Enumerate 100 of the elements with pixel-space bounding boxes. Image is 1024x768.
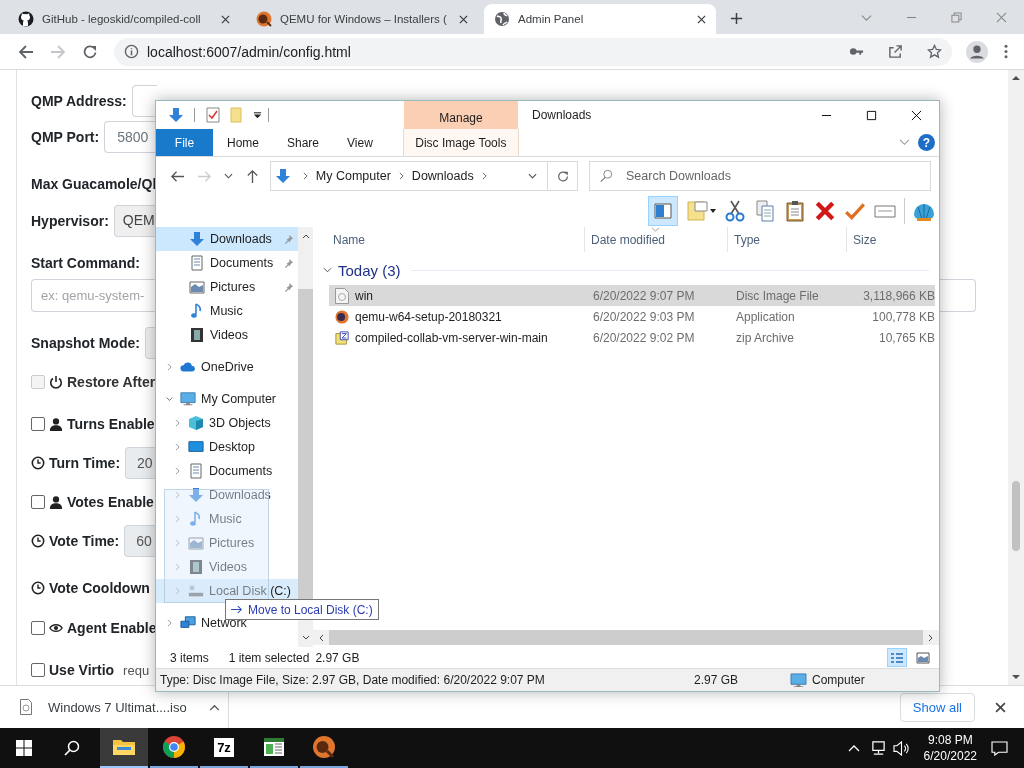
nav-item[interactable]: Local Disk (C:) xyxy=(156,579,298,603)
nav-item[interactable]: Videos xyxy=(156,555,298,579)
pin-icon[interactable] xyxy=(283,257,294,269)
ribbon-tab[interactable]: Share xyxy=(273,129,334,156)
input-field[interactable]: 60 xyxy=(124,525,156,557)
refresh-button[interactable] xyxy=(548,161,578,191)
close-icon[interactable] xyxy=(459,14,468,24)
checkmark-icon[interactable] xyxy=(844,200,866,222)
share-icon[interactable] xyxy=(888,44,903,59)
scissors-icon[interactable] xyxy=(724,200,746,222)
checkbox[interactable] xyxy=(31,621,45,635)
caret-up-icon[interactable] xyxy=(208,703,220,711)
breadcrumb[interactable]: Downloads xyxy=(411,169,474,183)
select-field[interactable]: QEM xyxy=(113,205,156,237)
download-arrow-icon[interactable] xyxy=(168,107,184,123)
close-icon[interactable] xyxy=(995,701,1006,713)
search-field[interactable]: Search Downloads xyxy=(589,161,931,191)
nav-item[interactable]: Pictures xyxy=(156,531,298,555)
ribbon-tab[interactable]: Home xyxy=(213,129,273,156)
info-icon[interactable] xyxy=(124,44,139,59)
chevron-right-icon[interactable] xyxy=(173,467,181,475)
column-header[interactable]: Type xyxy=(728,227,847,252)
help-button[interactable]: ? xyxy=(918,134,935,151)
star-icon[interactable] xyxy=(927,44,942,59)
maximize-icon[interactable] xyxy=(866,109,877,121)
checkbox[interactable] xyxy=(31,663,45,677)
network-icon[interactable] xyxy=(869,740,887,756)
scrollbar-thumb[interactable] xyxy=(329,630,923,645)
group-header[interactable]: Today (3) xyxy=(338,261,401,279)
pin-icon[interactable] xyxy=(283,281,294,293)
chevron-down-icon[interactable] xyxy=(323,266,332,274)
scroll-left-icon[interactable] xyxy=(318,633,324,642)
select-field[interactable] xyxy=(144,327,156,359)
scroll-up-icon[interactable] xyxy=(1012,75,1020,81)
column-header[interactable]: Size xyxy=(847,227,933,252)
search-icon[interactable] xyxy=(64,740,80,756)
chevron-down-icon[interactable] xyxy=(165,395,173,403)
chevron-right-icon[interactable] xyxy=(481,172,487,180)
view-button[interactable] xyxy=(887,648,907,667)
reload-icon[interactable] xyxy=(82,43,98,60)
taskbar-app[interactable] xyxy=(100,728,148,768)
show-all-button[interactable]: Show all xyxy=(899,692,975,722)
breadcrumb[interactable]: My Computer xyxy=(315,169,391,183)
ribbon-tab[interactable]: File xyxy=(156,129,213,156)
nav-item[interactable]: My Computer xyxy=(156,387,298,411)
close-icon[interactable] xyxy=(697,14,706,24)
nav-item[interactable]: Desktop xyxy=(156,435,298,459)
chevron-right-icon[interactable] xyxy=(302,172,308,180)
input-field[interactable] xyxy=(131,85,157,117)
notification-icon[interactable] xyxy=(991,740,1008,756)
start-icon[interactable] xyxy=(16,740,32,756)
properties-icon[interactable] xyxy=(205,107,221,123)
file-row[interactable]: compiled-collab-vm-server-win-main 6/20/2022 9:02 PM zip Archive 10,765 KB xyxy=(329,327,935,348)
scroll-up-icon[interactable] xyxy=(301,233,310,239)
nav-item[interactable]: Downloads xyxy=(156,227,298,251)
ribbon-tab[interactable]: Disc Image Tools xyxy=(402,129,519,156)
back-icon[interactable] xyxy=(18,43,34,60)
chevron-right-icon[interactable] xyxy=(165,619,173,627)
taskbar-app[interactable]: 7z xyxy=(200,728,248,768)
nav-item[interactable]: Music xyxy=(156,299,298,323)
nav-item[interactable]: Videos xyxy=(156,323,298,347)
chevron-right-icon[interactable] xyxy=(173,443,181,451)
column-header[interactable]: Name xyxy=(313,227,585,252)
nav-item[interactable]: Pictures xyxy=(156,275,298,299)
checkbox[interactable] xyxy=(31,495,45,509)
chevron-down-icon[interactable] xyxy=(899,139,910,146)
chevron-right-icon[interactable] xyxy=(165,363,173,371)
browser-tab[interactable]: Admin Panel xyxy=(484,4,716,34)
properties-icon[interactable] xyxy=(686,200,716,222)
file-row[interactable]: qemu-w64-setup-20180321 6/20/2022 9:03 PM Application 100,778 KB xyxy=(329,306,935,327)
scroll-down-icon[interactable] xyxy=(1012,674,1020,680)
column-header[interactable]: Date modified xyxy=(585,227,728,252)
nav-item[interactable]: Music xyxy=(156,507,298,531)
file-row[interactable]: win 6/20/2022 9:07 PM Disc Image File 3,118,966 KB xyxy=(329,285,935,306)
scroll-down-icon[interactable] xyxy=(301,635,310,641)
input-field[interactable]: ex: qemu-system- xyxy=(31,278,155,312)
scrollbar-thumb[interactable] xyxy=(1012,481,1020,551)
ribbon-tab[interactable]: View xyxy=(333,129,387,156)
address-bar[interactable]: localhost:6007/admin/config.html xyxy=(114,37,952,66)
delete-icon[interactable] xyxy=(814,200,836,222)
input-field[interactable]: 20 xyxy=(125,447,157,479)
dropdown-icon[interactable] xyxy=(253,110,262,120)
chevron-up-icon[interactable] xyxy=(847,744,860,752)
address-bar[interactable]: My Computer Downloads xyxy=(269,161,549,191)
clipboard-icon[interactable] xyxy=(784,200,806,222)
chevron-right-icon[interactable] xyxy=(398,172,404,180)
close-icon[interactable] xyxy=(911,109,922,121)
chevron-right-icon[interactable] xyxy=(173,419,181,427)
input-field[interactable]: 5800 xyxy=(104,121,156,153)
checkbox[interactable] xyxy=(31,417,45,431)
preview-pane-button[interactable] xyxy=(648,196,678,226)
clock[interactable]: 9:08 PM 6/20/2022 xyxy=(923,732,977,764)
browser-tab[interactable]: QEMU for Windows – Installers ( xyxy=(246,4,478,34)
plus-icon[interactable] xyxy=(730,12,743,25)
close-icon[interactable] xyxy=(221,14,230,24)
input-field-edge[interactable] xyxy=(940,278,976,312)
nav-item[interactable]: Downloads xyxy=(156,483,298,507)
browser-tab[interactable]: GitHub - legoskid/compiled-coll xyxy=(8,4,240,34)
nav-item[interactable]: Documents xyxy=(156,459,298,483)
nav-item[interactable]: 3D Objects xyxy=(156,411,298,435)
